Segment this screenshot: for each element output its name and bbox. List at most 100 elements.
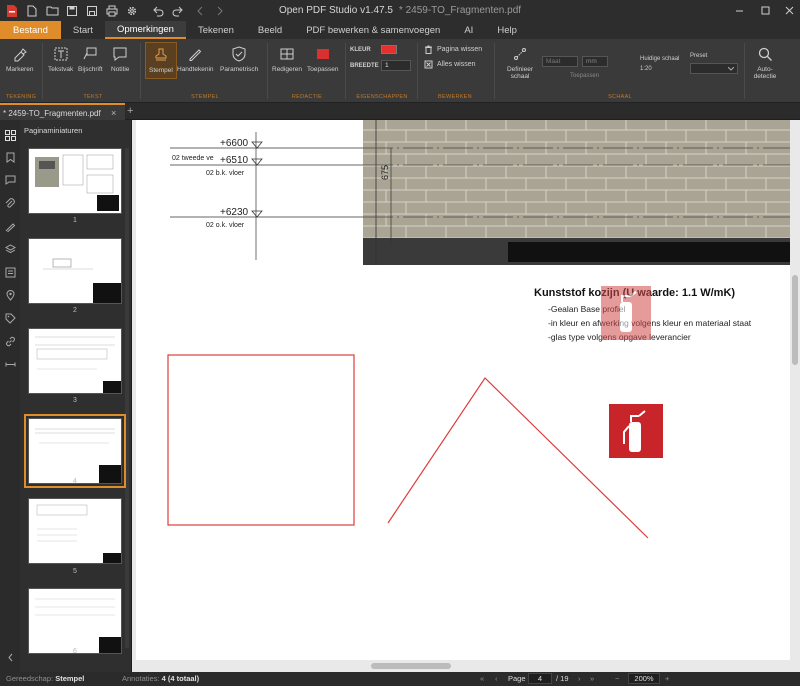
rectangle-annotation[interactable] [167, 354, 355, 526]
tab-bestand[interactable]: Bestand [0, 21, 61, 39]
kleur-swatch[interactable] [381, 45, 397, 54]
save-as-icon[interactable] [84, 3, 100, 19]
clear-all-icon [424, 60, 433, 69]
window-title: Open PDF Studio v1.47.5 * 2459-TO_Fragmen… [0, 5, 800, 16]
tool-status-value: Stempel [55, 674, 85, 683]
new-file-icon[interactable] [24, 3, 40, 19]
page-thumbnail[interactable] [28, 148, 122, 214]
collapse-panel-icon[interactable] [3, 650, 17, 664]
page-thumbnail[interactable] [28, 588, 122, 654]
thumbnails-scrollbar[interactable] [125, 148, 129, 648]
pagina-wissen-button[interactable]: Pagina wissen [424, 45, 482, 54]
definieer-schaal-label: Definieer schaal [506, 66, 533, 80]
dimension-text: 675 [380, 165, 390, 180]
unit-select[interactable]: mm [582, 56, 608, 67]
ribbon-separator [417, 43, 418, 99]
app-window: Open PDF Studio v1.47.5 * 2459-TO_Fragmen… [0, 0, 800, 686]
layers-icon[interactable] [3, 242, 17, 256]
minimize-icon[interactable] [730, 2, 748, 18]
fire-extinguisher-stamp[interactable] [609, 404, 663, 458]
previous-page-icon[interactable]: ‹ [495, 674, 498, 683]
tab-start[interactable]: Start [61, 21, 105, 39]
zoom-input[interactable]: 200% [628, 673, 660, 684]
page-thumbnail[interactable] [28, 238, 122, 304]
thumbnail-page-number: 4 [73, 478, 77, 485]
signature-panel-icon[interactable] [3, 219, 17, 233]
zoom-in-icon[interactable]: + [665, 674, 669, 683]
horizontal-scroll-thumb[interactable] [371, 663, 451, 669]
tab-beeld[interactable]: Beeld [246, 21, 294, 39]
maat-input[interactable]: Maat [542, 56, 578, 67]
bookmark-icon[interactable] [3, 150, 17, 164]
print-icon[interactable] [104, 3, 120, 19]
handtekening-label: Handtekenin [177, 66, 214, 73]
notitie-button[interactable]: Notitie [111, 45, 129, 73]
close-window-icon[interactable] [780, 2, 798, 18]
document-viewport[interactable]: 675 +6600 +6510 +6230 02 tweede ve 02 b.… [132, 120, 800, 672]
thumbnail-page-number: 5 [73, 568, 77, 575]
group-label-eigenschappen: EIGENSCHAPPEN [356, 94, 408, 100]
tool-status-label: Gereedschap: [6, 674, 54, 683]
add-tab-icon[interactable]: + [127, 105, 133, 117]
preset-select[interactable] [690, 63, 738, 74]
page-thumbnail[interactable] [28, 498, 122, 564]
horizontal-scrollbar[interactable] [136, 660, 790, 672]
maximize-icon[interactable] [756, 2, 774, 18]
toepassen-scale-button[interactable]: Toepassen [570, 73, 599, 79]
redact-grid-icon [278, 45, 296, 63]
tab-tekenen[interactable]: Tekenen [186, 21, 246, 39]
settings-gear-icon[interactable] [124, 3, 140, 19]
page-number-input[interactable]: 4 [528, 673, 552, 684]
back-chevron-icon[interactable] [192, 3, 208, 19]
handtekening-button[interactable]: Handtekenin [177, 45, 214, 73]
vertical-scrollbar[interactable] [790, 120, 800, 660]
tag-icon[interactable] [3, 311, 17, 325]
first-page-icon[interactable]: « [480, 674, 484, 683]
open-folder-icon[interactable] [44, 3, 60, 19]
attachment-icon[interactable] [3, 196, 17, 210]
document-tab[interactable]: * 2459-TO_Fragmenten.pdf × [0, 103, 125, 120]
auto-detectie-button[interactable]: Auto-detectie [750, 45, 780, 80]
next-page-icon[interactable]: › [578, 674, 581, 683]
redigeren-button[interactable]: Redigeren [272, 45, 302, 73]
forward-chevron-icon[interactable] [212, 3, 228, 19]
tab-opmerkingen[interactable]: Opmerkingen [104, 21, 186, 39]
tab-ai[interactable]: AI [452, 21, 485, 39]
kleur-label: KLEUR [350, 47, 371, 53]
markeren-button[interactable]: Markeren [6, 45, 33, 73]
tab-help[interactable]: Help [485, 21, 529, 39]
save-icon[interactable] [64, 3, 80, 19]
tab-pdf-bewerken[interactable]: PDF bewerken & samenvoegen [294, 21, 452, 39]
alles-wissen-button[interactable]: Alles wissen [424, 60, 476, 69]
location-pin-icon[interactable] [3, 288, 17, 302]
link-icon[interactable] [3, 334, 17, 348]
tekstvak-button[interactable]: Tekstvak [48, 45, 73, 73]
ribbon-separator [744, 43, 745, 99]
tool-status: Gereedschap: Stempel [6, 674, 84, 683]
bijschrift-button[interactable]: Bijschrift [78, 45, 103, 73]
page-thumbnail[interactable] [28, 328, 122, 394]
form-fields-icon[interactable] [3, 265, 17, 279]
parametrisch-button[interactable]: Parametrisch [220, 45, 258, 73]
thumbnails-grid-icon[interactable] [3, 128, 17, 142]
level-note-ok: 02 o.k. vloer [206, 222, 245, 229]
bijschrift-label: Bijschrift [78, 66, 103, 73]
zoom-out-icon[interactable]: − [615, 674, 619, 683]
redo-icon[interactable] [170, 3, 186, 19]
last-page-icon[interactable]: » [590, 674, 594, 683]
definieer-schaal-button[interactable]: Definieer schaal [503, 45, 537, 80]
undo-icon[interactable] [150, 3, 166, 19]
annotations-status: Annotaties: 4 (4 totaal) [122, 674, 199, 683]
vertical-scroll-thumb[interactable] [792, 275, 798, 365]
page-thumbnail-selected[interactable] [24, 414, 126, 488]
document-title: * 2459-TO_Fragmenten.pdf [398, 5, 522, 16]
stempel-button[interactable]: Stempel [145, 42, 177, 79]
measure-icon[interactable] [3, 357, 17, 371]
stamp-icon [152, 46, 170, 64]
breedte-input[interactable]: 1 [381, 60, 411, 71]
document-tab-label: * 2459-TO_Fragmenten.pdf [3, 109, 101, 118]
comments-icon[interactable] [3, 173, 17, 187]
chevron-down-icon [728, 67, 734, 71]
toepassen-button[interactable]: Toepassen [307, 45, 338, 73]
fire-extinguisher-stamp-faded[interactable] [601, 286, 651, 340]
